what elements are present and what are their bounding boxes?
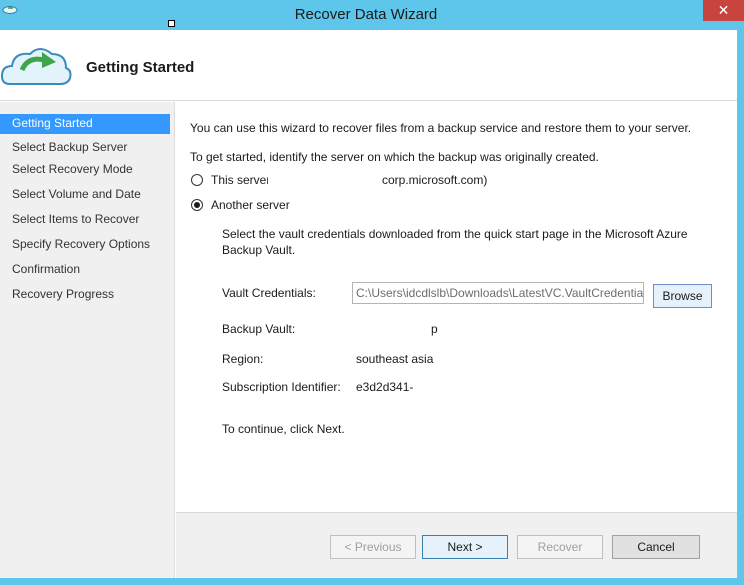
recover-button[interactable]: Recover xyxy=(517,535,603,559)
close-icon[interactable]: ✕ xyxy=(703,0,744,21)
wizard-footer: < Previous Next > Recover Cancel xyxy=(176,512,737,578)
next-button[interactable]: Next > xyxy=(422,535,508,559)
nav-step-select-backup-server[interactable]: Select Backup Server xyxy=(0,138,170,158)
nav-step-specify-recovery-options[interactable]: Specify Recovery Options xyxy=(0,235,170,255)
page-title: Getting Started xyxy=(86,59,195,76)
intro-text: You can use this wizard to recover files… xyxy=(190,121,692,135)
another-server-radio[interactable] xyxy=(191,199,203,211)
resize-handle[interactable] xyxy=(168,20,175,27)
window-title: Recover Data Wizard xyxy=(294,6,438,23)
subscription-value: e3d2d341- xyxy=(356,380,414,394)
browse-button[interactable]: Browse xyxy=(653,284,712,308)
cancel-button[interactable]: Cancel xyxy=(612,535,700,559)
wizard-steps-sidebar: Getting Started Select Backup Server Sel… xyxy=(0,102,175,578)
region-value: southeast asia xyxy=(356,352,434,366)
nav-step-confirmation[interactable]: Confirmation xyxy=(0,260,170,280)
redacted-server-name xyxy=(268,173,380,187)
nav-step-select-volume-and-date[interactable]: Select Volume and Date xyxy=(0,185,170,205)
window-bottom-border xyxy=(0,578,744,585)
identify-text: To get started, identify the server on w… xyxy=(190,150,599,164)
nav-step-select-recovery-mode[interactable]: Select Recovery Mode xyxy=(0,160,170,180)
continue-text: To continue, click Next. xyxy=(222,422,345,436)
backup-vault-label: Backup Vault: xyxy=(222,322,296,336)
wizard-window: Recover Data Wizard ✕ Getting Started Ge… xyxy=(0,0,744,585)
region-label: Region: xyxy=(222,352,264,366)
vault-instructions-line2: Backup Vault. xyxy=(222,243,296,257)
another-server-label[interactable]: Another server xyxy=(211,198,290,212)
wizard-client-area: Getting Started Getting Started Select B… xyxy=(0,30,737,578)
nav-step-recovery-progress[interactable]: Recovery Progress xyxy=(0,285,170,305)
vault-credentials-label: Vault Credentials: xyxy=(222,286,316,300)
wizard-content: You can use this wizard to recover files… xyxy=(176,102,737,512)
cloud-recover-icon xyxy=(0,48,72,85)
vault-instructions-line1: Select the vault credentials downloaded … xyxy=(222,227,688,241)
subscription-label: Subscription Identifier: xyxy=(222,380,341,394)
this-server-radio[interactable] xyxy=(191,174,203,186)
wizard-header: Getting Started xyxy=(0,30,737,101)
vault-credentials-field[interactable]: C:\Users\idcdlslb\Downloads\LatestVC.Vau… xyxy=(352,282,644,304)
previous-button[interactable]: < Previous xyxy=(330,535,416,559)
title-bar[interactable]: Recover Data Wizard ✕ xyxy=(0,0,744,30)
backup-vault-value: p xyxy=(431,322,438,336)
nav-step-getting-started[interactable]: Getting Started xyxy=(0,114,170,134)
nav-step-select-items-to-recover[interactable]: Select Items to Recover xyxy=(0,210,170,230)
this-server-domain: corp.microsoft.com) xyxy=(382,173,488,187)
